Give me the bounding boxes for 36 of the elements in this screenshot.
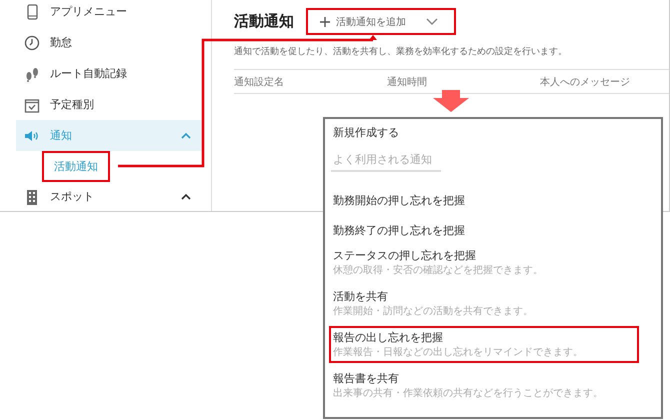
column-header: 通知設定名 — [234, 76, 285, 88]
calendar-check-icon — [24, 96, 40, 112]
column-header: 本人へのメッセージ — [540, 76, 630, 88]
menu-item[interactable]: 新規作成する — [331, 121, 655, 145]
menu-option[interactable]: 報告書を共有 出来事の共有・作業依頼の共有などを行うことができます。 — [329, 367, 639, 404]
option-title: 活動を共有 — [333, 289, 389, 304]
plus-icon — [320, 16, 330, 26]
option-title: 報告書を共有 — [333, 371, 400, 386]
option-description: 作業開始・訪問などの活動を共有できます。 — [333, 304, 534, 318]
menu-option[interactable]: 報告の出し忘れを把握 作業報告・日報などの出し忘れをリマインドできます。 — [329, 326, 639, 363]
option-title: ステータスの押し忘れを把握 — [333, 248, 477, 263]
clock-icon — [24, 34, 40, 50]
option-description: 休憩の取得・安否の確認などを把握できます。 — [333, 264, 544, 277]
option-title: 報告の出し忘れを把握 — [333, 330, 444, 345]
down-arrow-icon — [433, 90, 469, 112]
sidebar-item[interactable]: スポット — [16, 181, 203, 211]
menu-section-header: よく利用される通知 — [331, 145, 441, 172]
sidebar-item[interactable]: ルート自動記録 — [16, 58, 203, 89]
add-button[interactable]: 活動通知を追加 — [306, 8, 456, 35]
page-title: 活動通知 — [234, 12, 294, 31]
chevron-down-icon — [426, 18, 438, 25]
option-title: 勤務終了の押し忘れを把握 — [333, 223, 466, 238]
sidebar-item[interactable]: アプリメニュー — [16, 0, 203, 27]
sidebar-item[interactable]: 勤怠 — [16, 27, 203, 58]
column-header: 通知時間 — [387, 76, 428, 88]
building-icon — [24, 188, 40, 204]
option-title: 勤務開始の押し忘れを把握 — [333, 193, 466, 208]
option-description: 出来事の共有・作業依頼の共有などを行うことができます。 — [333, 386, 604, 400]
description-text: 通知で活動を促したり、活動を共有し、業務を効率化するための設定を行います。 — [234, 46, 568, 58]
sidebar-item[interactable]: 予定種別 — [16, 89, 203, 120]
menu-option[interactable]: 勤務開始の押し忘れを把握 — [329, 184, 631, 214]
footprints-icon — [24, 66, 40, 82]
option-description: 作業報告・日報などの出し忘れをリマインドできます。 — [333, 346, 584, 359]
menu-option[interactable]: 勤務終了の押し忘れを把握 — [329, 214, 631, 244]
menu-option[interactable]: ステータスの押し忘れを把握 休憩の取得・安否の確認などを把握できます。 — [329, 244, 639, 281]
menu-option[interactable]: 活動を共有 作業開始・訪問などの活動を共有できます。 — [329, 285, 639, 322]
